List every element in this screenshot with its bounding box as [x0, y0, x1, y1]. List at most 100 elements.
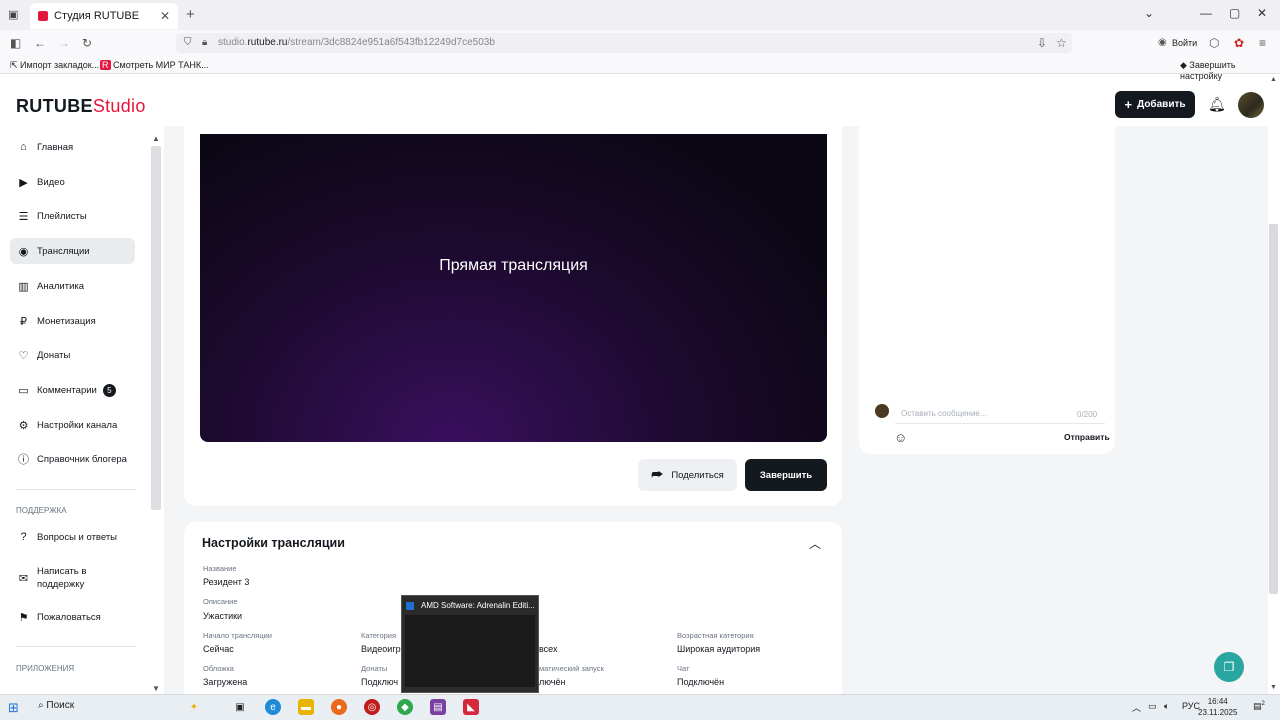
firefox-icon[interactable]: ●	[331, 699, 347, 715]
network-icon[interactable]: ▭	[1148, 701, 1157, 712]
question-icon: ?	[20, 531, 27, 543]
edge-icon[interactable]: e	[265, 699, 281, 715]
help-chat-button[interactable]: ❐	[1214, 652, 1244, 682]
maximize-icon[interactable]: ▢	[1229, 6, 1240, 20]
tab-overflow-icon[interactable]: ⌄	[1144, 6, 1154, 20]
name-label: Название	[203, 564, 237, 573]
bookmark-import[interactable]: ⇱ Импорт закладок...	[10, 60, 99, 71]
share-button[interactable]: ⮫ Поделиться	[638, 459, 737, 491]
notifications-icon[interactable]: ▤2	[1253, 701, 1265, 712]
taskbar-clock[interactable]: 16:44 23.11.2025	[1198, 696, 1237, 718]
amd-app-icon	[406, 602, 414, 610]
url-path: /stream/3dc8824e951a6f543fb12249d7ce503b	[287, 37, 495, 48]
sidebar-divider	[16, 646, 136, 647]
playlist-icon: ☰	[18, 210, 29, 223]
finish-setup-link[interactable]: ◆ Завершить настройку	[1180, 60, 1280, 81]
sidebar-scrollbar[interactable]	[151, 146, 161, 510]
account-icon[interactable]: ◉	[1158, 37, 1167, 48]
back-icon[interactable]: ←	[34, 36, 46, 50]
video-icon: ▶	[19, 176, 28, 189]
volume-icon[interactable]: 🔈︎	[1164, 701, 1169, 712]
plus-icon: +	[1124, 97, 1133, 112]
sidebar-item-contact-support[interactable]: ✉ Написать в поддержку	[10, 562, 135, 594]
sidebar-item-broadcasts[interactable]: ◉ Трансляции	[10, 238, 135, 264]
chat-setting-value: Подключён	[677, 677, 725, 687]
tab-list-icon[interactable]: ▣	[8, 8, 18, 21]
windows-start-icon[interactable]: ⊞	[8, 700, 19, 716]
save-page-icon[interactable]: ⇩	[1037, 36, 1047, 50]
addon-icon[interactable]: ✿	[1234, 36, 1244, 50]
winrar-icon[interactable]: ▤	[430, 699, 446, 715]
preview-title: AMD Software: Adrenalin Editi...	[421, 601, 535, 610]
task-view-icon[interactable]: ▣	[232, 699, 248, 715]
sidebar-item-blogger-guide[interactable]: ⓘ Справочник блогера	[10, 446, 135, 472]
browser-tab[interactable]: Студия RUTUBE ✕	[30, 3, 178, 29]
sidebar-item-faq[interactable]: ? Вопросы и ответы	[10, 524, 135, 550]
lock-icon[interactable]: 🔒︎	[202, 37, 207, 48]
login-button[interactable]: Войти	[1172, 38, 1197, 48]
support-section-label: ПОДДЕРЖКА	[16, 506, 67, 515]
reload-icon[interactable]: ↻	[82, 36, 92, 50]
donations-value: Подключ	[361, 677, 399, 687]
comments-count-badge: 5	[102, 383, 116, 397]
rutube-studio-logo[interactable]: RUTUBEStudio	[16, 96, 146, 117]
sidebar-scroll-up-icon[interactable]: ▲	[152, 134, 160, 143]
end-stream-button[interactable]: Завершить	[745, 459, 827, 491]
main-scroll-down-icon[interactable]: ▼	[1270, 684, 1277, 691]
emoji-icon[interactable]: ☺	[894, 430, 907, 445]
sidebar-item-donations[interactable]: ♡ Донаты	[10, 342, 135, 368]
ruble-icon: ₽	[20, 315, 27, 328]
sidebar-scroll-down-icon[interactable]: ▼	[152, 684, 160, 693]
sidebar-item-comments[interactable]: ▭ Комментарии 5	[10, 377, 135, 403]
file-explorer-icon[interactable]: ▬	[298, 699, 314, 715]
notifications-bell-icon[interactable]: 🔔︎	[1208, 96, 1226, 113]
sidebar-item-analytics[interactable]: ▥ Аналитика	[10, 273, 135, 299]
chat-user-avatar	[875, 404, 889, 418]
chat-bubbles-icon: ❐	[1223, 660, 1235, 674]
access-value: всех	[539, 644, 558, 654]
forward-icon[interactable]: →	[58, 36, 70, 50]
sidebar-item-home[interactable]: ⌂ Главная	[10, 134, 135, 160]
description-label: Описание	[203, 597, 238, 606]
minimize-icon[interactable]: —	[1200, 6, 1212, 20]
amd-icon[interactable]: ◎	[364, 699, 380, 715]
adrenalin-icon[interactable]: ◣	[463, 699, 479, 715]
user-avatar[interactable]	[1238, 92, 1264, 118]
tray-overflow-icon[interactable]: ︿	[1132, 701, 1141, 714]
sidebar-item-monetization[interactable]: ₽ Монетизация	[10, 308, 135, 334]
window-close-icon[interactable]: ✕	[1257, 6, 1267, 20]
main-scroll-up-icon[interactable]: ▲	[1270, 76, 1277, 83]
bookmarks-bar: ⇱ Импорт закладок... R Смотреть МИР ТАНК…	[0, 56, 1280, 81]
taskbar-search[interactable]: ⌕ Поиск	[38, 700, 74, 711]
sidebar-item-report[interactable]: ⚑ Пожаловаться	[10, 604, 135, 630]
tab-title: Студия RUTUBE	[54, 10, 140, 22]
sidebar-item-playlists[interactable]: ☰ Плейлисты	[10, 203, 135, 229]
address-bar[interactable]: studio.rutube.ru/stream/3dc8824e951a6f54…	[176, 33, 1072, 53]
main-scrollbar[interactable]	[1269, 224, 1278, 594]
shield-icon[interactable]: ⛉	[184, 37, 192, 48]
chat-message-input[interactable]: Оставить сообщение...	[895, 404, 1105, 424]
start-value: Сейчас	[203, 644, 234, 654]
send-button[interactable]: Отправить	[1064, 432, 1110, 442]
copilot-icon[interactable]: ✦	[186, 699, 202, 715]
chevron-up-icon[interactable]: ︿	[809, 535, 821, 552]
video-player[interactable]	[200, 134, 827, 442]
bookmark-mir-tankov[interactable]: R Смотреть МИР ТАНК...	[100, 60, 209, 70]
tab-close-icon[interactable]: ✕	[160, 9, 170, 23]
menu-icon[interactable]: ≡	[1259, 36, 1266, 50]
extensions-icon[interactable]: ⬡	[1209, 36, 1219, 50]
analytics-icon: ▥	[18, 280, 29, 293]
add-button[interactable]: + Добавить	[1115, 91, 1195, 118]
sidebar-item-channel-settings[interactable]: ⚙ Настройки канала	[10, 412, 135, 438]
url-host: rutube.ru	[247, 37, 288, 48]
new-tab-icon[interactable]: +	[186, 6, 195, 23]
url-prefix: studio.	[218, 37, 248, 48]
cover-label: Обложка	[203, 664, 234, 673]
sidebar-toggle-icon[interactable]: ◧	[10, 36, 21, 50]
settings-title: Настройки трансляции	[202, 536, 345, 550]
share-icon: ⮫	[651, 467, 664, 482]
bookmark-star-icon[interactable]: ☆	[1056, 36, 1067, 50]
game-launcher-icon[interactable]: ◆	[397, 699, 413, 715]
player-title: Прямая трансляция	[439, 257, 588, 274]
sidebar-item-video[interactable]: ▶ Видео	[10, 169, 135, 195]
